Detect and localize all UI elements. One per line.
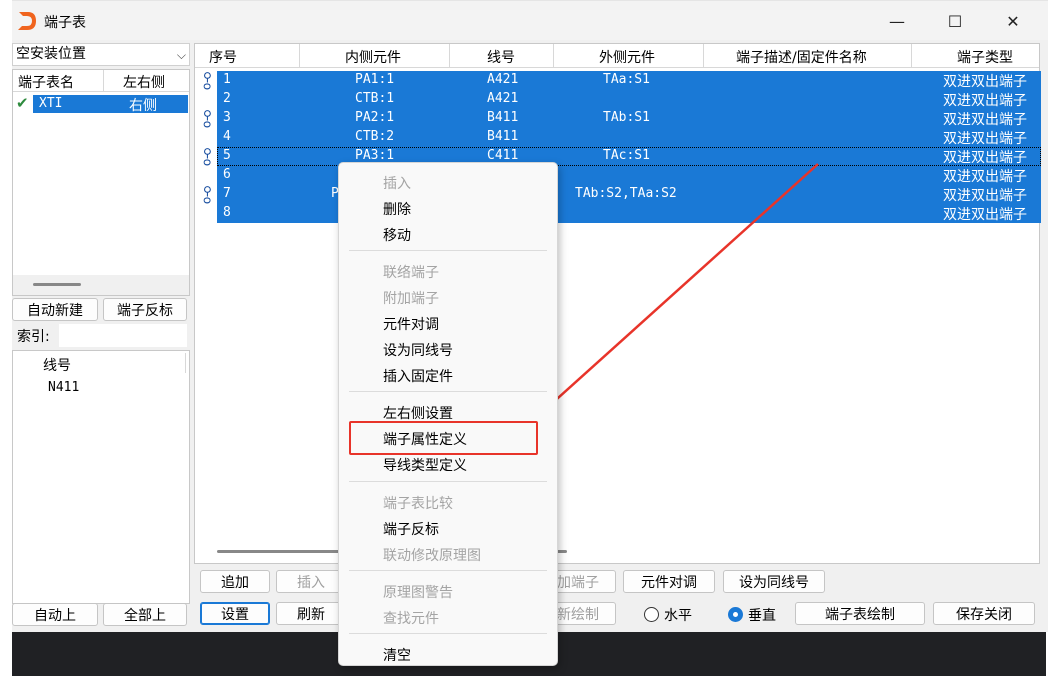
menu-item[interactable]: 插入 xyxy=(383,173,411,193)
menu-item[interactable]: 端子表比较 xyxy=(383,493,453,513)
menu-separator xyxy=(349,481,547,482)
menu-item[interactable]: 左右侧设置 xyxy=(383,403,453,423)
menu-item[interactable]: 设为同线号 xyxy=(383,340,453,360)
menu-separator xyxy=(349,570,547,571)
menu-item[interactable]: 查找元件 xyxy=(383,608,439,628)
menu-separator xyxy=(349,633,547,634)
menu-item[interactable]: 移动 xyxy=(383,225,411,245)
menu-separator xyxy=(349,391,547,392)
menu-item[interactable]: 联络端子 xyxy=(383,262,439,282)
menu-separator xyxy=(349,250,547,251)
menu-item[interactable]: 清空 xyxy=(383,645,411,665)
menu-item[interactable]: 原理图警告 xyxy=(383,582,453,602)
context-menu: 插入 删除 移动 联络端子 附加端子 元件对调 设为同线号 插入固定件 左右侧设置 端子属性定义导… xyxy=(338,162,558,666)
menu-item[interactable]: 附加端子 xyxy=(383,288,439,308)
menu-item[interactable]: 联动修改原理图 xyxy=(383,545,481,565)
annotation-highlight-box xyxy=(349,421,538,455)
menu-item[interactable]: 插入固定件 xyxy=(383,366,453,386)
menu-item[interactable]: 导线类型定义 xyxy=(383,455,467,475)
menu-item[interactable]: 端子反标 xyxy=(383,519,439,539)
menu-item[interactable]: 元件对调 xyxy=(383,314,439,334)
menu-item[interactable]: 删除 xyxy=(383,199,411,219)
